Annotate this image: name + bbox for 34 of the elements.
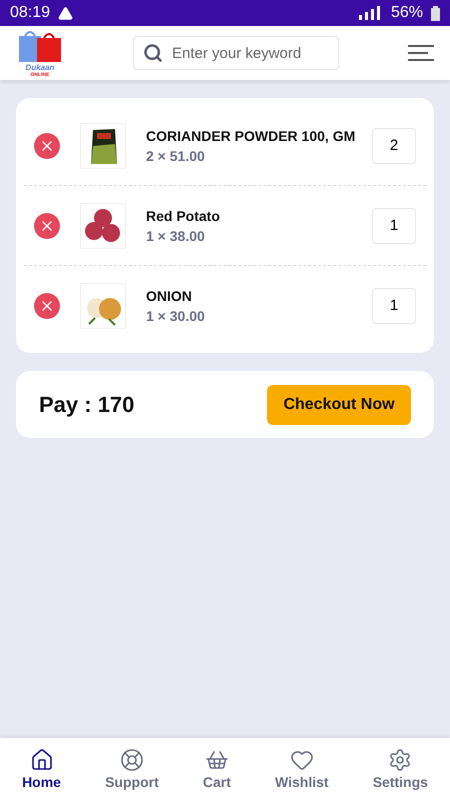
product-price: 1 × 38.00 (146, 228, 206, 244)
nav-tab[interactable]: Home (22, 748, 61, 790)
logo-text: Dukaan (26, 64, 54, 72)
signal-icon (356, 6, 383, 20)
remove-button[interactable] (34, 212, 60, 238)
remove-button[interactable] (34, 132, 60, 158)
battery-level: 56% (390, 4, 423, 22)
product-name: CORIANDER POWDER 100, GM (146, 128, 356, 144)
search-field[interactable]: Enter your keyword (133, 36, 339, 70)
nav-tab[interactable]: Cart (202, 748, 231, 790)
quantity-field[interactable]: 1 (372, 288, 416, 324)
nav-tab[interactable]: Settings (372, 748, 428, 790)
quantity-field[interactable]: 1 (372, 208, 416, 244)
heart-icon (290, 748, 314, 772)
battery-icon (431, 6, 440, 20)
lifebuoy-icon (120, 748, 144, 772)
search-icon (143, 43, 163, 63)
menu-icon[interactable] (408, 44, 434, 62)
product-name: ONION (146, 288, 193, 304)
nav-tab[interactable]: Wishlist (275, 748, 329, 790)
product-price: 2 × 51.00 (146, 148, 206, 164)
settings-icon (388, 748, 412, 772)
nav-tab[interactable]: Support (105, 748, 159, 790)
checkout-button[interactable]: Checkout Now (267, 384, 411, 424)
quantity-field[interactable]: 2 (372, 128, 416, 164)
total-amount: Pay : 170 (39, 392, 134, 418)
status-time: 08:19 (10, 4, 50, 22)
product-price: 1 × 30.00 (146, 308, 206, 324)
home-icon (30, 748, 54, 772)
shopping-bags-icon (17, 28, 63, 64)
product-name: Red Potato (146, 208, 221, 224)
remove-button[interactable] (34, 292, 60, 318)
basket-icon (204, 748, 229, 772)
warning-icon (58, 6, 74, 20)
